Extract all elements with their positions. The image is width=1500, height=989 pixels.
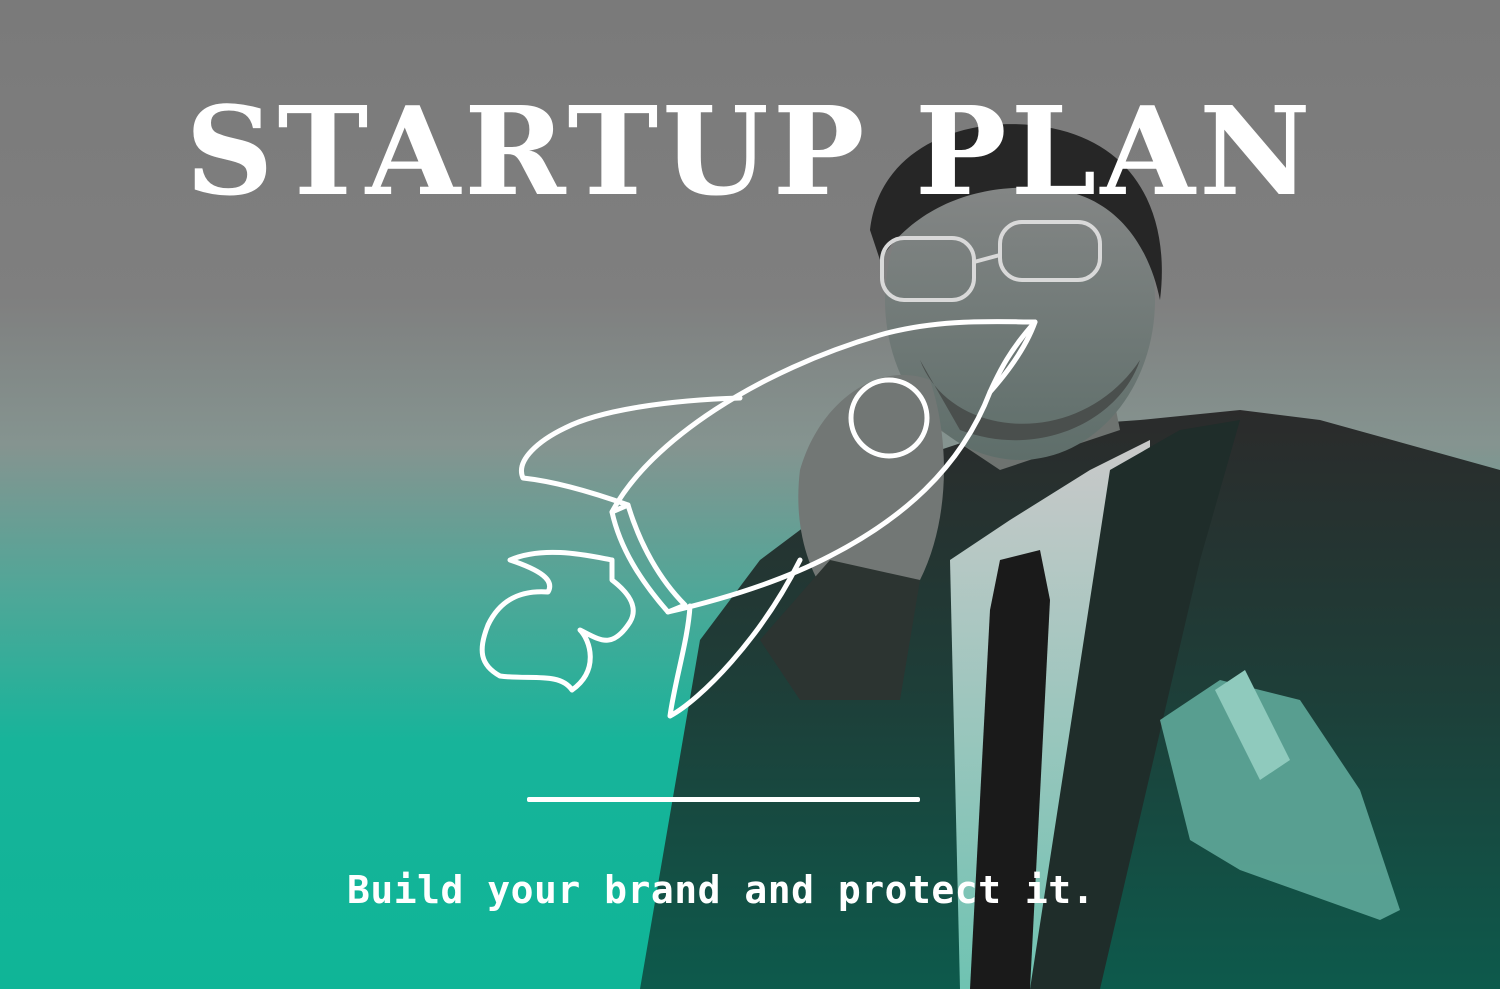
divider-line	[527, 797, 920, 802]
startup-plan-poster: STARTUP PLAN Build your brand and protec…	[0, 0, 1500, 989]
poster-tagline: Build your brand and protect it.	[346, 868, 1096, 912]
rocket-icon	[479, 319, 1038, 719]
